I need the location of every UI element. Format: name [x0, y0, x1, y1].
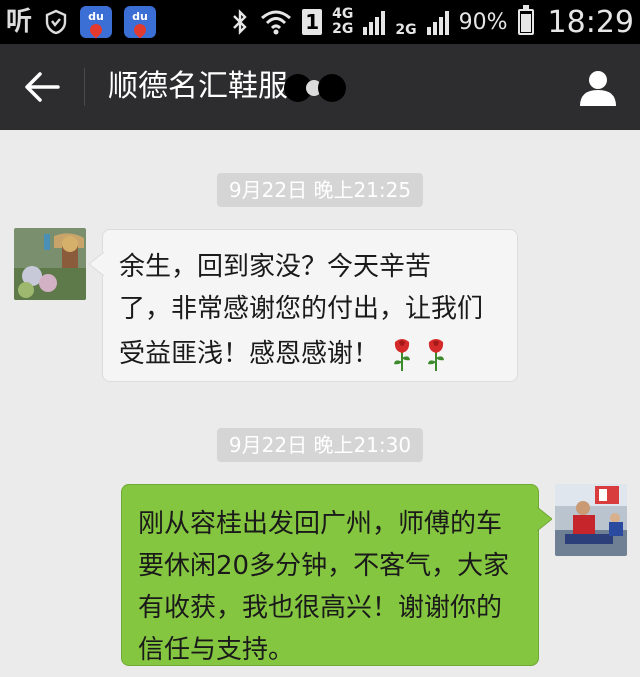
message-timestamp: 9月22日 晚上21:25	[216, 173, 424, 207]
app-icon: 听	[6, 7, 33, 37]
message-line: 余生，回到家没？今天辛苦	[119, 252, 432, 282]
chat-header: 顺德名汇鞋服	[0, 44, 640, 130]
message-bubble-outgoing[interactable]: 刚从容桂出发回广州，师傅的车 要休闲20多分钟，不客气，大家 有收获，我也很高兴…	[121, 484, 552, 666]
wifi-icon	[261, 10, 292, 35]
baidu-map-icon: du	[124, 6, 157, 38]
rose-icon	[394, 338, 411, 371]
status-bar-left: 听 du du	[6, 0, 157, 44]
avatar-image	[555, 484, 627, 556]
shield-icon	[45, 9, 67, 35]
message-line: 了，非常感谢您的付出，让我们	[119, 294, 484, 324]
arrow-left-icon[interactable]	[22, 69, 62, 105]
message-line: 信任与支持。	[138, 635, 295, 665]
status-bar: 听 du du 1 4G 2G 2G 90% 18:29	[0, 0, 640, 44]
chat-title: 顺德名汇鞋服	[108, 44, 346, 130]
message-bubble-incoming[interactable]: 余生，回到家没？今天辛苦 了，非常感谢您的付出，让我们 受益匪浅！感恩感谢！	[89, 229, 518, 382]
baidu-map-icon: du	[80, 6, 113, 38]
avatar[interactable]	[14, 228, 86, 300]
sim-icon: 1	[302, 9, 323, 35]
network-2g-label: 2G	[395, 22, 417, 38]
message-timestamp: 9月22日 晚上21:30	[216, 428, 424, 462]
signal-icon	[363, 9, 386, 35]
message-text: 受益匪浅！感恩感谢！	[119, 339, 380, 369]
battery-icon	[517, 5, 534, 35]
status-bar-right: 1 4G 2G 2G 90% 18:29	[230, 0, 634, 44]
bluetooth-icon	[233, 9, 247, 35]
avatar-image	[14, 228, 86, 300]
bubble-tail	[537, 507, 552, 531]
network-type: 4G 2G	[332, 6, 354, 37]
chat-title-text: 顺德名汇鞋服	[108, 69, 288, 104]
message-line: 要休闲20多分钟，不客气，大家	[138, 551, 510, 581]
bubble-tail	[89, 252, 104, 276]
message-line: 刚从容桂出发回广州，师傅的车	[138, 509, 503, 539]
rose-icon	[428, 338, 445, 371]
avatar[interactable]	[555, 484, 627, 556]
person-icon[interactable]	[578, 68, 618, 108]
header-divider	[84, 68, 85, 106]
redaction-mark	[318, 73, 346, 102]
battery-percent: 90%	[458, 9, 508, 35]
message-line: 受益匪浅！感恩感谢！	[119, 330, 503, 378]
signal-icon	[426, 9, 449, 35]
message-line: 有收获，我也很高兴！谢谢你的	[138, 593, 503, 623]
clock: 18:29	[547, 4, 634, 40]
